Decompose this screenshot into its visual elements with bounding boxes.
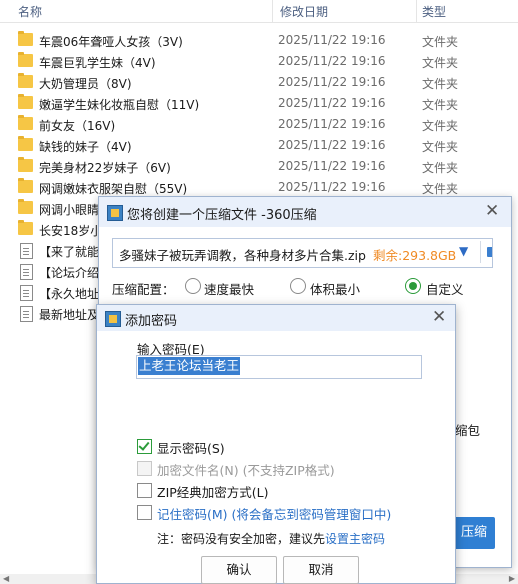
file-row[interactable]: 网调嫩妹衣服架自慰（55V) 2025/11/22 19:16 文件夹 xyxy=(0,177,518,198)
file-name: 车震巨乳学生妹（4V) xyxy=(39,56,156,70)
password-input[interactable]: 上老王论坛当老王 xyxy=(136,355,422,379)
file-name: 大奶管理员（8V) xyxy=(39,77,132,91)
file-type: 文件夹 xyxy=(422,140,459,154)
file-type: 文件夹 xyxy=(422,77,459,91)
show-password-checkbox[interactable] xyxy=(137,439,152,454)
remember-password-label[interactable]: 记住密码(M) (将会备忘到密码管理窗口中) xyxy=(157,504,391,523)
file-type: 文件夹 xyxy=(422,161,459,175)
path-divider xyxy=(480,241,481,263)
compress-dialog-title: 您将创建一个压缩文件 -360压缩 xyxy=(127,208,317,223)
document-icon xyxy=(20,243,33,259)
close-icon[interactable]: ✕ xyxy=(432,309,446,326)
file-name: 【来了就能 xyxy=(39,245,100,259)
radio-fastest[interactable] xyxy=(185,278,201,294)
file-name: 缺钱的妹子（4V) xyxy=(39,140,132,154)
password-selected-text: 上老王论坛当老王 xyxy=(138,357,241,375)
close-icon[interactable]: ✕ xyxy=(485,203,499,220)
file-row[interactable]: 大奶管理员（8V) 2025/11/22 19:16 文件夹 xyxy=(0,72,518,93)
file-type: 文件夹 xyxy=(422,35,459,49)
radio-smallest-label[interactable]: 体积最小 xyxy=(310,279,360,298)
file-type: 文件夹 xyxy=(422,119,459,133)
file-row[interactable]: 缺钱的妹子（4V) 2025/11/22 19:16 文件夹 xyxy=(0,135,518,156)
file-row[interactable]: 嫩逼学生妹化妆瓶自慰（11V) 2025/11/22 19:16 文件夹 xyxy=(0,93,518,114)
folder-icon xyxy=(18,73,33,88)
column-header-type[interactable]: 类型 xyxy=(422,3,446,20)
folder-icon xyxy=(18,199,33,214)
file-name: 长安18岁小 xyxy=(39,224,103,238)
file-name: 嫩逼学生妹化妆瓶自慰（11V) xyxy=(39,98,200,112)
ok-button[interactable]: 确认 xyxy=(201,556,277,584)
free-space-label: 剩余:293.8GB xyxy=(373,248,457,263)
file-type: 文件夹 xyxy=(422,182,459,196)
column-separator[interactable] xyxy=(416,0,417,22)
cancel-button[interactable]: 取消 xyxy=(283,556,359,584)
compress-config-label: 压缩配置： xyxy=(112,282,175,297)
file-row[interactable]: 完美身材22岁妹子（6V) 2025/11/22 19:16 文件夹 xyxy=(0,156,518,177)
file-name: 前女友（16V) xyxy=(39,119,116,133)
360-zip-app-icon xyxy=(105,311,121,327)
output-path-field[interactable]: 多骚妹子被玩弄调教，各种身材多片合集.zip 剩余:293.8GB ▼ xyxy=(112,238,493,268)
remember-password-checkbox[interactable] xyxy=(137,505,152,520)
file-name: 最新地址及 xyxy=(39,308,100,322)
radio-fastest-label[interactable]: 速度最快 xyxy=(204,279,254,298)
security-note: 注：密码没有安全加密，建议先设置主密码 xyxy=(157,530,385,547)
folder-icon xyxy=(18,157,33,172)
folder-icon xyxy=(18,94,33,109)
password-dialog-title: 添加密码 xyxy=(125,314,178,329)
file-name: 【论坛介绍 xyxy=(39,266,100,280)
folder-icon xyxy=(18,136,33,151)
file-date: 2025/11/22 19:16 xyxy=(278,117,386,131)
file-name: 【永久地址 xyxy=(39,287,100,301)
column-header-name[interactable]: 名称 xyxy=(18,3,42,20)
partial-option-text: 缩包 xyxy=(455,423,481,438)
zip-classic-encryption-checkbox[interactable] xyxy=(137,483,152,498)
file-name: 完美身材22岁妹子（6V) xyxy=(39,161,171,175)
file-type: 文件夹 xyxy=(422,56,459,70)
add-password-dialog: 添加密码 ✕ 输入密码(E) 上老王论坛当老王 显示密码(S) 加密文件名(N)… xyxy=(96,304,456,584)
column-header-date[interactable]: 修改日期 xyxy=(280,3,328,20)
file-date: 2025/11/22 19:16 xyxy=(278,180,386,194)
output-path-text: 多骚妹子被玩弄调教，各种身材多片合集.zip xyxy=(119,248,366,263)
file-row[interactable]: 车震巨乳学生妹（4V) 2025/11/22 19:16 文件夹 xyxy=(0,51,518,72)
file-date: 2025/11/22 19:16 xyxy=(278,96,386,110)
file-date: 2025/11/22 19:16 xyxy=(278,54,386,68)
folder-icon xyxy=(18,31,33,46)
radio-custom[interactable] xyxy=(405,278,421,294)
folder-icon xyxy=(18,220,33,235)
encrypt-filenames-label[interactable]: 加密文件名(N) (不支持ZIP格式) xyxy=(157,460,335,479)
folder-icon xyxy=(18,115,33,130)
folder-icon xyxy=(18,52,33,67)
file-row[interactable]: 车震06年聋哑人女孩（3V) 2025/11/22 19:16 文件夹 xyxy=(0,30,518,51)
zip-classic-encryption-label[interactable]: ZIP经典加密方式(L) xyxy=(157,482,269,501)
file-row[interactable]: 前女友（16V) 2025/11/22 19:16 文件夹 xyxy=(0,114,518,135)
scroll-left-arrow-icon[interactable]: ◀ xyxy=(3,574,9,583)
document-icon xyxy=(20,264,33,280)
scroll-right-arrow-icon[interactable]: ▶ xyxy=(509,574,515,583)
browse-folder-icon[interactable] xyxy=(487,247,492,257)
encrypt-filenames-checkbox[interactable] xyxy=(137,461,152,476)
radio-smallest[interactable] xyxy=(290,278,306,294)
file-name: 网调小眼睛 xyxy=(39,203,100,217)
file-type: 文件夹 xyxy=(422,98,459,112)
document-icon xyxy=(20,306,33,322)
password-dialog-titlebar[interactable]: 添加密码 ✕ xyxy=(97,305,455,331)
compress-dialog-titlebar[interactable]: 您将创建一个压缩文件 -360压缩 ✕ xyxy=(99,197,511,227)
set-master-password-link[interactable]: 设置主密码 xyxy=(325,532,385,546)
file-name: 网调嫩妹衣服架自慰（55V) xyxy=(39,182,188,196)
file-date: 2025/11/22 19:16 xyxy=(278,75,386,89)
file-date: 2025/11/22 19:16 xyxy=(278,159,386,173)
radio-custom-label[interactable]: 自定义 xyxy=(426,279,464,298)
column-header-bar: 名称 修改日期 类型 xyxy=(0,0,518,23)
folder-icon xyxy=(18,178,33,193)
security-note-text: 注：密码没有安全加密，建议先 xyxy=(157,532,326,546)
show-password-label[interactable]: 显示密码(S) xyxy=(157,438,225,457)
column-separator[interactable] xyxy=(272,0,273,22)
360-zip-app-icon xyxy=(107,205,123,221)
file-date: 2025/11/22 19:16 xyxy=(278,33,386,47)
dropdown-arrow-icon[interactable]: ▼ xyxy=(459,244,468,258)
file-name: 车震06年聋哑人女孩（3V) xyxy=(39,35,183,49)
document-icon xyxy=(20,285,33,301)
file-date: 2025/11/22 19:16 xyxy=(278,138,386,152)
